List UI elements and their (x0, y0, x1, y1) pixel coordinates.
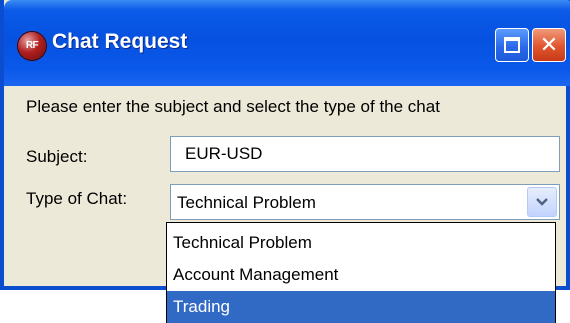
subject-input[interactable] (170, 136, 560, 172)
maximize-icon (504, 37, 520, 53)
app-logo-icon: RF (18, 32, 46, 60)
window-title: Chat Request (52, 30, 188, 53)
type-of-chat-select[interactable]: Technical Problem (170, 184, 560, 220)
subject-label: Subject: (26, 147, 88, 166)
close-icon: ✕ (539, 32, 559, 57)
type-of-chat-label: Type of Chat: (26, 189, 128, 208)
close-button[interactable]: ✕ (532, 28, 566, 62)
option-account-management[interactable]: Account Management (167, 259, 555, 291)
selected-type-value: Technical Problem (177, 193, 316, 212)
dropdown-toggle-button[interactable] (527, 187, 557, 217)
option-trading[interactable]: Trading (167, 291, 555, 323)
option-technical-problem[interactable]: Technical Problem (167, 227, 555, 259)
type-of-chat-dropdown-list: Technical Problem Account Management Tra… (166, 222, 556, 323)
title-bar[interactable]: RF Chat Request ✕ (4, 0, 570, 86)
instructions-text: Please enter the subject and select the … (26, 97, 440, 116)
maximize-button[interactable] (495, 28, 529, 62)
chevron-down-icon (536, 198, 548, 206)
